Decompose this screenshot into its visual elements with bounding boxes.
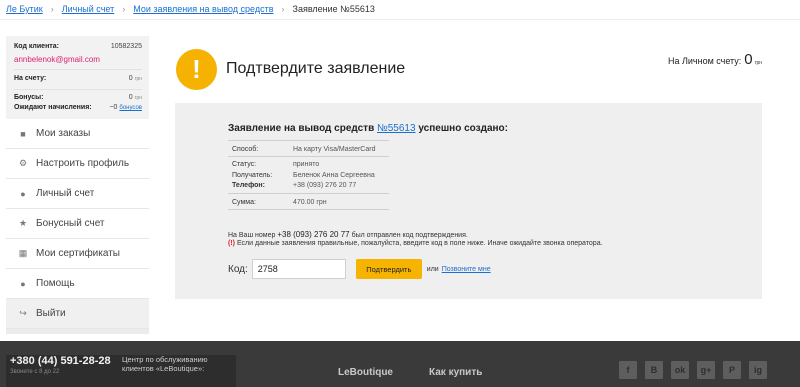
social-links: f B ok g+ P ig — [619, 361, 775, 379]
breadcrumb-separator: › — [50, 4, 54, 14]
details-divider — [228, 140, 389, 141]
menu-item-my-orders[interactable]: ■ Мои заказы — [6, 119, 149, 149]
account-divider — [14, 69, 142, 70]
warning-mark: (!) — [228, 240, 235, 247]
pending-row: Ожидают начисления: ~0 бонусов — [14, 104, 142, 111]
gift-icon: ▦ — [18, 248, 28, 258]
code-form: Код: Подтвердить или Позвоните мне — [228, 259, 491, 279]
code-label: Код: — [228, 263, 248, 275]
sidebar: Код клиента: 10582325 annbelenok@gmail.c… — [6, 36, 149, 334]
footer-link-leboutique[interactable]: LeBoutique — [338, 367, 393, 378]
breadcrumb-current: Заявление №55613 — [292, 4, 375, 14]
warning-notice: (!) Если данные заявления правильные, по… — [228, 240, 603, 247]
pending-label: Ожидают начисления: — [14, 104, 92, 111]
balance-amount: 0 — [744, 51, 753, 68]
breadcrumb-personal-account[interactable]: Личный счет — [62, 4, 115, 14]
balance-value: 0 грн — [128, 75, 142, 82]
info-icon: ● — [20, 278, 26, 289]
menu-item-label: Помощь — [36, 278, 75, 289]
footer-service-center: Центр по обслуживанию клиентов «LeBoutiq… — [122, 355, 208, 373]
menu-item-label: Личный счет — [36, 188, 95, 199]
balance-label: На Личном счету: — [667, 56, 742, 66]
footer-link-how-to-buy[interactable]: Как купить — [429, 367, 482, 378]
sms-notice: На Ваш номер +38 (093) 276 20 77 был отп… — [228, 230, 468, 239]
logout-icon: ↪ — [19, 308, 27, 318]
pinterest-icon[interactable]: P — [723, 361, 741, 379]
account-divider — [14, 89, 142, 90]
pending-bonus-link[interactable]: бонусов — [119, 105, 142, 111]
account-summary: Код клиента: 10582325 annbelenok@gmail.c… — [6, 36, 149, 119]
menu-item-personal-account[interactable]: ● Личный счет — [6, 179, 149, 209]
account-menu: ■ Мои заказы ⚙ Настроить профиль ● Личны… — [6, 119, 149, 329]
request-number-link[interactable]: №55613 — [377, 123, 416, 134]
footer-phone[interactable]: +380 (44) 591-28-28 — [10, 355, 111, 367]
menu-item-label: Мои заказы — [36, 128, 91, 139]
gear-icon: ⚙ — [18, 158, 28, 168]
details-divider — [228, 156, 389, 157]
google-plus-icon[interactable]: g+ — [697, 361, 715, 379]
balance-label: На счету: — [14, 75, 47, 82]
personal-account-balance: На Личном счету: 0 грн — [668, 51, 762, 68]
facebook-icon[interactable]: f — [619, 361, 637, 379]
menu-item-profile-settings[interactable]: ⚙ Настроить профиль — [6, 149, 149, 179]
menu-item-certificates[interactable]: ▦ Мои сертификаты — [6, 239, 149, 269]
bonuses-value: 0 грн — [128, 94, 142, 101]
client-code-value: 10582325 — [110, 43, 142, 50]
menu-item-label: Бонусный счет — [36, 218, 105, 229]
menu-item-label: Мои сертификаты — [36, 248, 120, 259]
menu-item-bonus-account[interactable]: ★ Бонусный счет — [6, 209, 149, 239]
breadcrumb-separator: › — [281, 4, 285, 14]
menu-item-help[interactable]: ● Помощь — [6, 269, 149, 299]
page-title: Подтвердите заявление — [226, 60, 406, 77]
balance-row: На счету: 0 грн — [14, 75, 142, 82]
breadcrumb-separator: › — [122, 4, 126, 14]
confirm-button[interactable]: Подтвердить — [355, 259, 422, 279]
menu-item-label: Выйти — [36, 308, 66, 319]
account-email: annbelenok@gmail.com — [14, 55, 100, 64]
star-icon: ★ — [18, 218, 28, 228]
or-text: или — [426, 265, 439, 273]
request-panel: Заявление на вывод средств №55613 успешн… — [175, 103, 762, 299]
money-bag-icon: ● — [20, 188, 26, 199]
bonuses-label: Бонусы: — [14, 94, 44, 101]
instagram-icon[interactable]: ig — [749, 361, 767, 379]
bonuses-row: Бонусы: 0 грн — [14, 94, 142, 101]
breadcrumb-withdrawal-requests[interactable]: Мои заявления на вывод средств — [133, 4, 273, 14]
balance-currency: грн — [754, 60, 762, 66]
menu-item-logout[interactable]: ↪ Выйти — [6, 299, 149, 329]
breadcrumb-divider — [0, 19, 800, 20]
footer-phone-hours: Звоните с 8 до 22 — [10, 369, 60, 375]
client-code-label: Код клиента: — [14, 43, 59, 50]
breadcrumb: Ле Бутик › Личный счет › Мои заявления н… — [6, 2, 375, 16]
exclamation-icon: ! — [176, 49, 217, 90]
details-divider — [228, 209, 389, 210]
details-divider — [228, 193, 389, 194]
pending-value: ~0 бонусов — [109, 104, 142, 111]
breadcrumb-home[interactable]: Ле Бутик — [6, 4, 43, 14]
menu-item-label: Настроить профиль — [36, 158, 130, 169]
client-code-row: Код клиента: 10582325 — [14, 43, 142, 50]
bag-icon: ■ — [20, 128, 26, 139]
vkontakte-icon[interactable]: B — [645, 361, 663, 379]
odnoklassniki-icon[interactable]: ok — [671, 361, 689, 379]
footer: +380 (44) 591-28-28 Звоните с 8 до 22 Це… — [0, 341, 800, 387]
request-heading: Заявление на вывод средств №55613 успешн… — [228, 123, 508, 134]
code-input[interactable] — [251, 259, 346, 279]
call-me-link[interactable]: Позвоните мне — [442, 266, 491, 273]
